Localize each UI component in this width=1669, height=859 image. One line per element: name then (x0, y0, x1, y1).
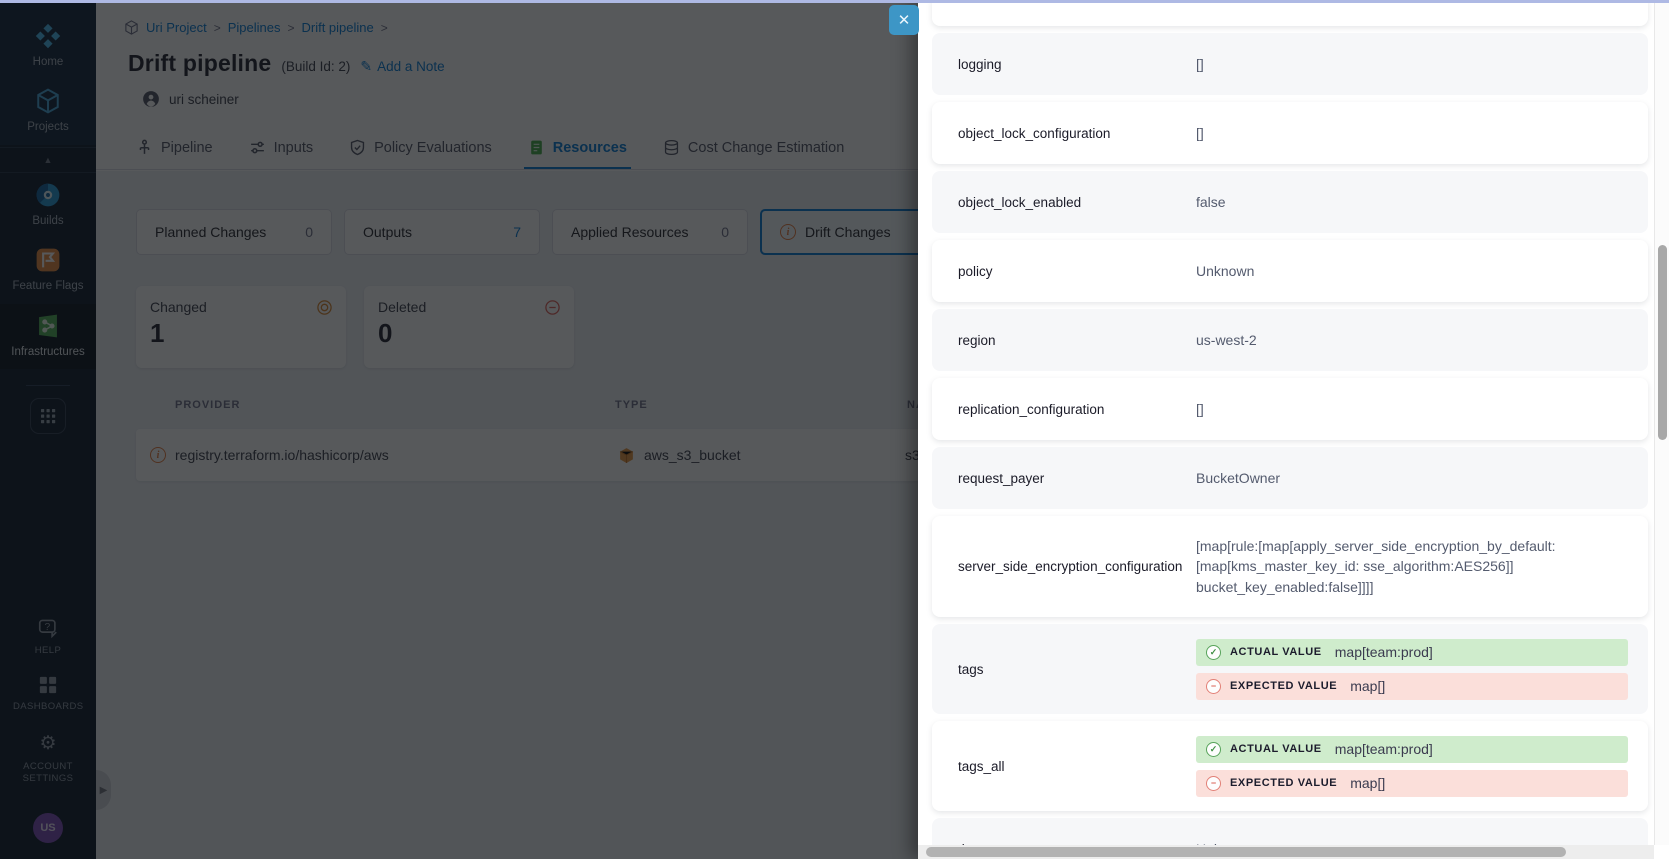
panel-row-tags: tags ✓ ACTUAL VALUE map[team:prod] −EXPECTED… (932, 624, 1648, 714)
expected-value-text: map[] (1350, 678, 1385, 694)
panel-row-value: us-west-2 (1196, 330, 1616, 350)
expected-value-banner: −EXPECTED VALUE map[] (1196, 673, 1628, 700)
panel-row-key: object_lock_enabled (958, 195, 1196, 210)
app-root: HomeProjects ▲ BuildsFeature FlagsInfras… (0, 0, 1669, 859)
panel-row-policy: policyUnknown (932, 240, 1648, 302)
actual-value-text: map[team:prod] (1335, 741, 1433, 757)
panel-row-key: replication_configuration (958, 402, 1196, 417)
drift-value-banners: ✓ ACTUAL VALUE map[team:prod] −EXPECTED VAL… (1196, 639, 1628, 700)
panel-row-value: [] (1196, 399, 1616, 419)
panel-row-object_lock_enabled: object_lock_enabledfalse (932, 171, 1648, 233)
actual-value-banner: ✓ ACTUAL VALUE map[team:prod] (1196, 736, 1628, 763)
panel-row-replication_configuration: replication_configuration[] (932, 378, 1648, 440)
panel-row-value: BucketOwner (1196, 468, 1616, 488)
panel-row-key: server_side_encryption_configuration (958, 559, 1196, 574)
panel-row-value: [map[rule:[map[apply_server_side_encrypt… (1196, 536, 1616, 597)
expected-value-banner: −EXPECTED VALUE map[] (1196, 770, 1628, 797)
actual-value-text: map[team:prod] (1335, 644, 1433, 660)
panel-row-key: tags (958, 662, 1196, 677)
panel-row-partial (932, 0, 1648, 26)
check-circle-icon: ✓ (1206, 742, 1221, 757)
actual-value-label: ACTUAL VALUE (1230, 743, 1322, 755)
panel-row-tags_all: tags_all ✓ ACTUAL VALUE map[team:prod] −EXPE… (932, 721, 1648, 811)
expected-value-text: map[] (1350, 775, 1385, 791)
drawer-close-button[interactable]: ✕ (889, 5, 919, 35)
expected-value-label: EXPECTED VALUE (1230, 680, 1337, 692)
vertical-scrollbar[interactable] (1654, 3, 1669, 845)
actual-value-label: ACTUAL VALUE (1230, 646, 1322, 658)
top-edge-strip (0, 0, 1669, 3)
minus-circle-icon: − (1206, 679, 1221, 694)
panel-row-key: request_payer (958, 471, 1196, 486)
panel-row-value: false (1196, 192, 1616, 212)
minus-circle-icon: − (1206, 776, 1221, 791)
actual-value-banner: ✓ ACTUAL VALUE map[team:prod] (1196, 639, 1628, 666)
panel-row-value: [] (1196, 54, 1616, 74)
panel-row-value: Unknown (1196, 261, 1616, 281)
close-icon: ✕ (898, 11, 911, 29)
panel-row-key: policy (958, 264, 1196, 279)
panel-row-logging: logging[] (932, 33, 1648, 95)
panel-row-server_side_encryption_configuration: server_side_encryption_configuration[map… (932, 516, 1648, 617)
drift-value-banners: ✓ ACTUAL VALUE map[team:prod] −EXPECTED VAL… (1196, 736, 1628, 797)
resource-details-drawer: logging[]object_lock_configuration[]obje… (918, 0, 1669, 859)
panel-row-key: tags_all (958, 759, 1196, 774)
panel-row-key: object_lock_configuration (958, 126, 1196, 141)
vertical-scrollbar-thumb[interactable] (1658, 245, 1667, 440)
horizontal-scrollbar[interactable] (918, 845, 1654, 859)
panel-row-region: regionus-west-2 (932, 309, 1648, 371)
panel-row-value: [] (1196, 123, 1616, 143)
panel-row-key: logging (958, 57, 1196, 72)
expected-value-label: EXPECTED VALUE (1230, 777, 1337, 789)
check-circle-icon: ✓ (1206, 645, 1221, 660)
panel-row-object_lock_configuration: object_lock_configuration[] (932, 102, 1648, 164)
panel-row-key: region (958, 333, 1196, 348)
horizontal-scrollbar-thumb[interactable] (926, 847, 1566, 857)
panel-row-request_payer: request_payerBucketOwner (932, 447, 1648, 509)
